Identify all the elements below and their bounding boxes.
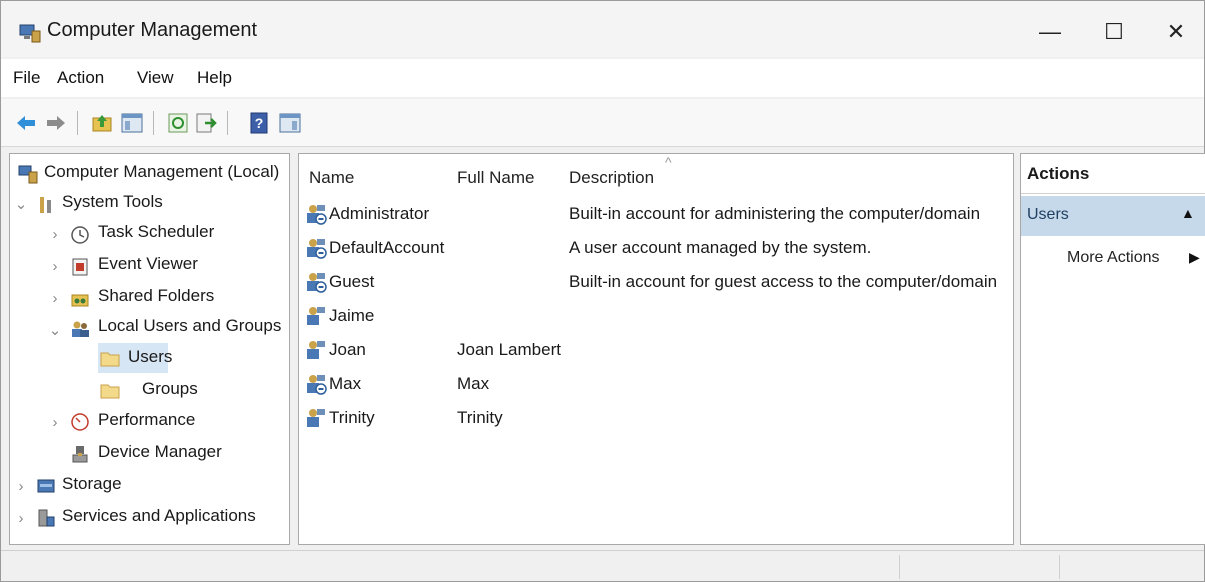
refresh-icon[interactable]: [167, 112, 189, 134]
user-name-cell[interactable]: Jaime: [329, 306, 374, 326]
collapse-up-icon[interactable]: ▲: [1181, 205, 1195, 221]
status-divider: [1059, 555, 1060, 579]
user-name-cell[interactable]: Trinity: [329, 408, 375, 428]
user-name-cell[interactable]: Max: [329, 374, 361, 394]
window-title: Computer Management: [47, 19, 258, 41]
tree-item-event-viewer[interactable]: Event Viewer: [98, 254, 198, 274]
services-applications-icon: [38, 509, 55, 527]
actions-section-users[interactable]: Users ▲: [1021, 196, 1205, 236]
chevron-right-icon[interactable]: ›: [14, 478, 28, 495]
title-bar: Computer Management — ☐ ✕: [1, 1, 1204, 57]
computer-management-icon: [19, 24, 41, 43]
user-full-name-cell: Max: [457, 374, 490, 393]
event-viewer-icon: [72, 258, 88, 276]
console-tree-pane: Computer Management (Local) ⌄ System Too…: [9, 153, 290, 545]
actions-header: Actions: [1021, 154, 1205, 194]
minimize-button[interactable]: —: [1027, 11, 1073, 53]
column-header-description[interactable]: Description: [569, 168, 654, 188]
user-full-name-cell: Trinity: [457, 408, 503, 427]
toolbar-separator: [77, 111, 78, 135]
user-name-cell[interactable]: Guest: [329, 272, 374, 292]
more-actions-link[interactable]: More Actions: [1067, 249, 1159, 267]
chevron-right-icon[interactable]: ›: [48, 258, 62, 275]
chevron-right-icon[interactable]: ›: [14, 510, 28, 527]
show-hide-tree-icon[interactable]: [121, 112, 143, 134]
show-hide-action-pane-icon[interactable]: [279, 112, 301, 134]
disabled-user-icon: [307, 239, 327, 259]
user-name-cell[interactable]: Joan: [329, 340, 366, 360]
chevron-down-icon[interactable]: ⌄: [48, 321, 62, 339]
disabled-user-icon: [307, 375, 327, 395]
toolbar-separator: [153, 111, 154, 135]
menu-bar: File Action View Help: [1, 59, 1204, 97]
user-icon: [307, 341, 325, 359]
shared-folders-icon: [71, 294, 89, 307]
menu-action[interactable]: Action: [57, 68, 104, 88]
user-full-name-cell: Joan Lambert: [457, 340, 561, 359]
disabled-user-icon: [307, 273, 327, 293]
computer-management-icon: [18, 165, 38, 184]
tree-item-root[interactable]: Computer Management (Local): [44, 162, 279, 182]
tree-item-task-scheduler[interactable]: Task Scheduler: [98, 222, 214, 242]
device-manager-icon: [72, 446, 88, 463]
status-divider: [899, 555, 900, 579]
tree-item-system-tools[interactable]: System Tools: [62, 192, 163, 212]
chevron-right-icon[interactable]: ›: [48, 290, 62, 307]
sort-ascending-icon: ^: [665, 154, 672, 170]
up-folder-icon[interactable]: [91, 112, 113, 134]
storage-icon: [37, 479, 55, 493]
clock-icon: [71, 226, 89, 244]
export-list-icon[interactable]: [195, 112, 217, 134]
tree-item-groups[interactable]: Groups: [142, 379, 198, 399]
forward-arrow-icon[interactable]: [45, 112, 67, 134]
user-description-cell: Built-in account for guest access to the…: [569, 272, 998, 291]
user-name-cell[interactable]: DefaultAccount: [329, 238, 444, 258]
user-description-cell: Built-in account for administering the c…: [569, 204, 981, 223]
tree-item-users[interactable]: Users: [128, 347, 172, 367]
user-icon: [307, 307, 325, 325]
menu-help[interactable]: Help: [197, 68, 232, 88]
toolbar: ?: [1, 99, 1204, 147]
column-header-name[interactable]: Name: [309, 168, 354, 188]
performance-icon: [71, 413, 89, 431]
tree-item-storage[interactable]: Storage: [62, 474, 122, 494]
user-icon: [307, 409, 325, 427]
tree-item-performance[interactable]: Performance: [98, 410, 195, 430]
close-button[interactable]: ✕: [1153, 11, 1199, 53]
tree-item-local-users-groups[interactable]: Local Users and Groups: [98, 316, 281, 336]
menu-view[interactable]: View: [137, 68, 174, 88]
chevron-down-icon[interactable]: ⌄: [14, 195, 28, 213]
back-arrow-icon[interactable]: [15, 112, 37, 134]
disabled-user-icon: [307, 205, 327, 225]
local-users-groups-icon: [72, 321, 89, 337]
help-icon[interactable]: ?: [249, 112, 271, 134]
status-bar: [1, 550, 1204, 581]
tree-item-services-applications[interactable]: Services and Applications: [62, 506, 256, 526]
user-name-cell[interactable]: Administrator: [329, 204, 429, 224]
folder-icon: [100, 352, 120, 367]
tree-item-device-manager[interactable]: Device Manager: [98, 442, 222, 462]
submenu-arrow-icon[interactable]: ▶: [1189, 249, 1200, 266]
actions-title: Actions: [1027, 164, 1090, 183]
svg-text:?: ?: [255, 115, 264, 131]
tree-item-shared-folders[interactable]: Shared Folders: [98, 286, 214, 306]
chevron-right-icon[interactable]: ›: [48, 414, 62, 431]
maximize-button[interactable]: ☐: [1091, 11, 1137, 53]
column-header-full-name[interactable]: Full Name: [457, 168, 534, 188]
system-tools-icon: [40, 197, 51, 213]
folder-icon: [100, 384, 120, 399]
actions-pane: Actions Users ▲ More Actions ▶: [1020, 153, 1205, 545]
chevron-right-icon[interactable]: ›: [48, 226, 62, 243]
computer-management-window: Computer Management — ☐ ✕ File Action Vi…: [0, 0, 1205, 582]
toolbar-separator: [227, 111, 228, 135]
actions-section-label: Users: [1027, 206, 1069, 223]
menu-file[interactable]: File: [13, 68, 40, 88]
users-list-pane: ^ Name Full Name Description Administrat…: [298, 153, 1014, 545]
user-description-cell: A user account managed by the system.: [569, 238, 872, 257]
